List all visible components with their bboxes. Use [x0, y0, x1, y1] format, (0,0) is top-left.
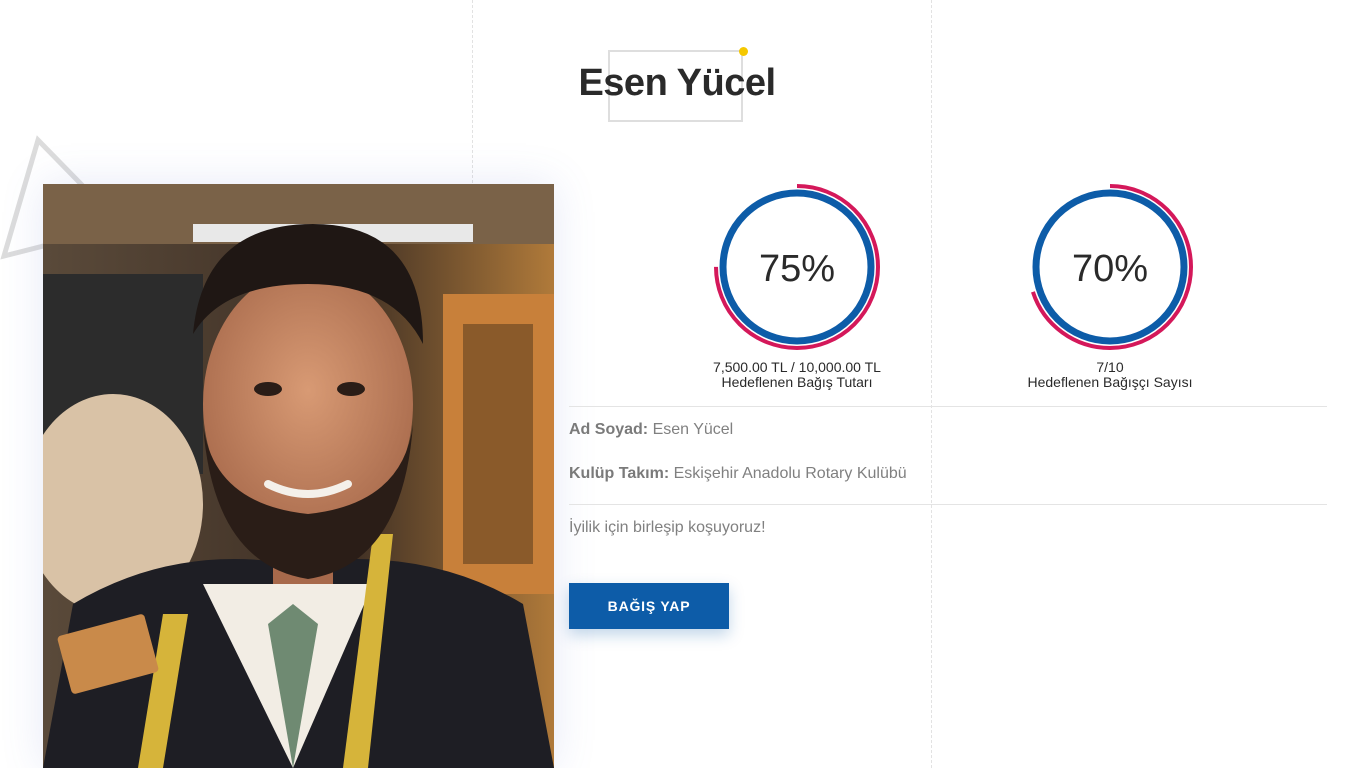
- detail-club-label: Kulüp Takım:: [569, 465, 670, 482]
- stat-label: Hedeflenen Bağışçı Sayısı: [1027, 374, 1193, 390]
- stat-percent: 70%: [1071, 248, 1149, 290]
- stat-label: Hedeflenen Bağış Tutarı: [721, 374, 873, 390]
- stat-percent: 75%: [758, 248, 836, 290]
- title-area: Esen Yücel: [560, 40, 800, 130]
- detail-club-value: Eskişehir Anadolu Rotary Kulübü: [673, 465, 907, 482]
- motto-text: İyilik için birleşip koşuyoruz!: [569, 519, 766, 536]
- stat-donor-count: 70% 7/10 Hedeflenen Bağışçı Sayısı: [990, 182, 1230, 390]
- page-title: Esen Yücel: [578, 62, 776, 104]
- detail-club-row: Kulüp Takım: Eskişehir Anadolu Rotary Ku…: [569, 465, 907, 483]
- profile-photo: [43, 184, 554, 768]
- profile-photo-image: [43, 184, 554, 768]
- title-decor-dot: [739, 47, 748, 56]
- detail-name-row: Ad Soyad: Esen Yücel: [569, 421, 733, 439]
- stat-donation-amount: 75% 7,500.00 TL / 10,000.00 TL Hedeflene…: [677, 182, 917, 390]
- donate-button[interactable]: BAĞIŞ YAP: [569, 583, 729, 629]
- stat-value: 7,500.00 TL / 10,000.00 TL: [713, 359, 881, 375]
- divider: [569, 504, 1327, 505]
- divider: [569, 406, 1327, 407]
- divider-line-right: [931, 0, 932, 768]
- detail-name-value: Esen Yücel: [652, 421, 734, 438]
- stat-value: 7/10: [1096, 359, 1124, 375]
- detail-name-label: Ad Soyad:: [569, 421, 649, 438]
